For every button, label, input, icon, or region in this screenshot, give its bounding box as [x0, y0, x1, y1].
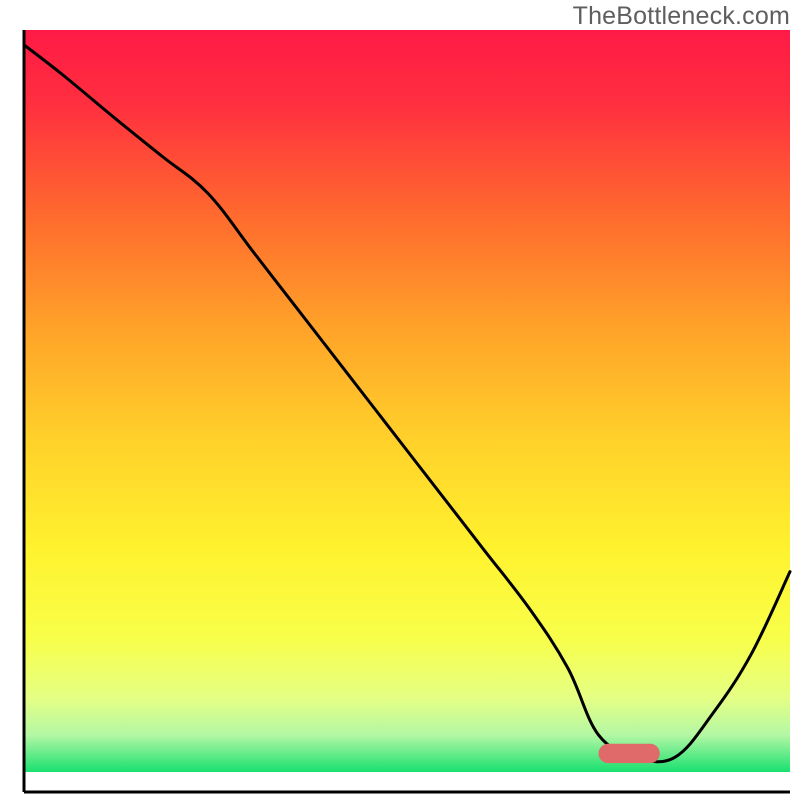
- watermark-text: TheBottleneck.com: [573, 2, 790, 31]
- chart-container: TheBottleneck.com: [0, 0, 800, 800]
- optimal-range-marker: [599, 744, 660, 763]
- bottleneck-chart: [0, 0, 800, 800]
- gradient-background: [24, 30, 790, 772]
